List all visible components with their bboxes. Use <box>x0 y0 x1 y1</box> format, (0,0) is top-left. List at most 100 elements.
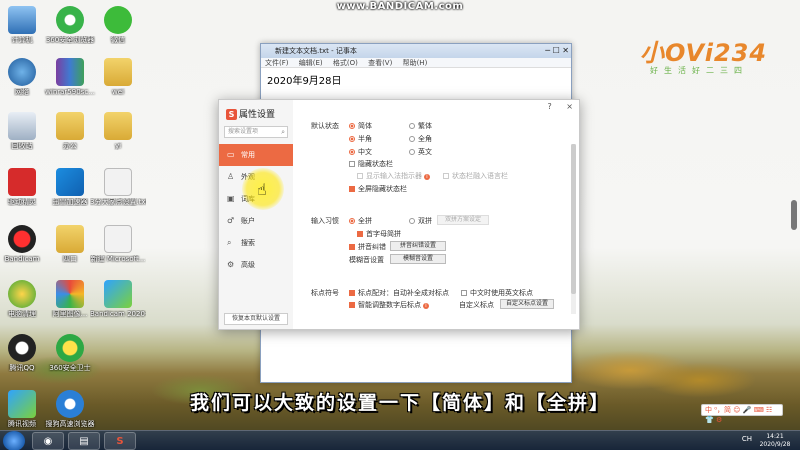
desktop-icon-txt-file[interactable]: 3分大家点设置.txt <box>90 168 146 206</box>
option-label: 半角 <box>358 135 372 143</box>
radio-simplified[interactable]: 简体 <box>349 121 372 131</box>
option-label: 隐藏状态栏 <box>358 160 393 168</box>
radio-traditional[interactable]: 繁体 <box>409 121 432 131</box>
checkbox-indicator <box>349 302 355 308</box>
pinyin-correct-settings-button[interactable]: 拼音纠错设置 <box>390 241 446 251</box>
winrar-icon <box>56 58 84 86</box>
radio-indicator <box>409 218 415 224</box>
menu-file[interactable]: 文件(F) <box>265 59 289 67</box>
radio-full-width[interactable]: 全角 <box>409 134 432 144</box>
option-label: 全拼 <box>358 217 372 225</box>
desktop-icon-bandicam-video[interactable]: Bandicam 2020-09-2... <box>90 280 146 318</box>
menu-edit[interactable]: 编辑(E) <box>299 59 323 67</box>
option-label: 拼音纠错 <box>358 243 386 251</box>
checkbox-merge-lang-bar[interactable]: 状态栏融入语言栏 <box>443 171 508 181</box>
tray-language[interactable]: CH <box>742 435 752 443</box>
computer-icon <box>8 6 36 34</box>
dialog-title: S 属性设置 <box>226 107 275 120</box>
checkbox-smart-adjust[interactable]: 智能调整数字后标点 i <box>349 300 429 310</box>
custom-punct-label: 自定义标点 <box>459 301 494 309</box>
desktop-icon-label: 微信 <box>111 36 125 44</box>
desktop-scroll-handle[interactable] <box>791 200 797 230</box>
option-label: 状态栏融入语言栏 <box>452 172 508 180</box>
folder-icon <box>104 112 132 140</box>
notepad-title: 新建文本文档.txt - 记事本 <box>275 47 357 55</box>
dialog-scrollbar[interactable] <box>571 144 576 314</box>
custom-punct-settings-button[interactable]: 自定义标点设置 <box>500 299 554 309</box>
radio-indicator <box>409 149 415 155</box>
radio-indicator <box>349 136 355 142</box>
option-label: 简体 <box>358 122 372 130</box>
menu-format[interactable]: 格式(O) <box>333 59 358 67</box>
taskbar-sogou-icon[interactable]: S <box>104 432 136 450</box>
folder-icon <box>56 112 84 140</box>
user-icon: ♂ <box>227 216 235 225</box>
desktop-icon-label: 新建 Microsoft... <box>90 255 146 263</box>
taskbar-browser-icon[interactable]: ◉ <box>32 432 64 450</box>
start-button[interactable] <box>3 431 25 450</box>
checkbox-fullscreen-hide[interactable]: 全屏隐藏状态栏 <box>349 184 407 194</box>
checkbox-cn-use-en-punct[interactable]: 中文时使用英文标点 <box>461 288 533 298</box>
nav-item-advanced[interactable]: ⚙ 高级 <box>219 254 293 276</box>
option-label: 智能调整数字后标点 <box>358 301 421 309</box>
taskbar-explorer-icon[interactable]: ▤ <box>68 432 100 450</box>
system-clock[interactable]: 14:21 2020/9/28 <box>754 433 796 449</box>
radio-indicator <box>349 149 355 155</box>
shirt-icon: ♙ <box>227 172 235 181</box>
reset-defaults-button[interactable]: 恢复本页默认设置 <box>224 313 288 325</box>
option-label: 显示输入法指示器 <box>366 172 422 180</box>
radio-indicator <box>349 123 355 129</box>
checkbox-indicator <box>357 231 363 237</box>
monitor-icon: ▭ <box>227 150 235 159</box>
checkbox-indicator <box>461 290 467 296</box>
option-label: 全角 <box>418 135 432 143</box>
option-label: 中文 <box>358 148 372 156</box>
desktop-icon-360-guard[interactable]: 360安全卫士 <box>42 334 98 372</box>
text-file-icon <box>104 168 132 196</box>
dialog-title-text: 属性设置 <box>239 110 276 120</box>
radio-indicator <box>409 136 415 142</box>
section-punctuation: 标点符号 <box>311 289 339 297</box>
checkbox-auto-pair[interactable]: 标点配对：自动补全成对标点 <box>349 288 449 298</box>
checkbox-hide-status-bar[interactable]: 隐藏状态栏 <box>349 159 393 169</box>
option-label: 繁体 <box>418 122 432 130</box>
desktop-icon-folder-wei[interactable]: wei <box>90 58 146 96</box>
logo-text: 小OVi234 <box>640 39 768 67</box>
notepad-titlebar[interactable]: 新建文本文档.txt - 记事本 ─ ☐ ✕ <box>261 44 571 58</box>
channel-logo: 小OVi234 好生活好二三四 <box>640 33 775 75</box>
nav-item-common[interactable]: ▭ 常用 <box>219 144 293 166</box>
double-pinyin-scheme-button[interactable]: 双拼方案设定 <box>437 215 489 225</box>
nav-item-search[interactable]: ⌕ 搜索 <box>219 232 293 254</box>
desktop-icon-new-doc[interactable]: 新建 Microsoft... <box>90 225 146 263</box>
desktop: www.BANDICAM.com 小OVi234 好生活好二三四 计算机 网络 … <box>0 0 800 450</box>
book-icon: ▣ <box>227 194 235 203</box>
help-button[interactable]: ? <box>548 102 552 111</box>
checkbox-initial-abbr[interactable]: 首字母简拼 <box>357 229 401 239</box>
radio-english[interactable]: 英文 <box>409 147 432 157</box>
nav-label: 账户 <box>241 217 255 225</box>
radio-full-pinyin[interactable]: 全拼 <box>349 216 372 226</box>
settings-dialog[interactable]: S属性设置 搜索设置项 ⌕ ▭常用 ♙外观 ▣词库 ♂账户 ⌕搜索 ⚙高级 <box>218 99 580 330</box>
info-icon: i <box>423 303 429 309</box>
desktop-icon-folder-yi[interactable]: yi <box>90 112 146 150</box>
radio-double-pinyin[interactable]: 双拼 <box>409 216 432 226</box>
checkbox-show-ime-indicator[interactable]: 显示输入法指示器 i <box>357 171 430 181</box>
fuzzy-sound-settings-button[interactable]: 模糊音设置 <box>390 254 446 264</box>
radio-half-width[interactable]: 半角 <box>349 134 372 144</box>
qq-penguin-icon <box>8 334 36 362</box>
settings-search-input[interactable]: 搜索设置项 ⌕ <box>224 126 288 138</box>
checkbox-pinyin-correct[interactable]: 拼音纠错 <box>349 242 386 252</box>
nav-item-account[interactable]: ♂ 账户 <box>219 210 293 232</box>
scroll-thumb[interactable] <box>571 144 576 294</box>
desktop-icon-wechat[interactable]: 微信 <box>90 6 146 44</box>
menu-view[interactable]: 查看(V) <box>368 59 392 67</box>
search-icon: ⌕ <box>281 128 285 136</box>
window-controls[interactable]: ─ ☐ ✕ <box>545 44 569 58</box>
hand-cursor-icon: ☝ <box>257 180 267 199</box>
menu-help[interactable]: 帮助(H) <box>403 59 428 67</box>
notepad-text-area[interactable]: 2020年9月28日 <box>261 68 571 91</box>
close-button[interactable]: × <box>566 102 573 111</box>
clock-date: 2020/9/28 <box>759 441 791 448</box>
option-label: 英文 <box>418 148 432 156</box>
radio-chinese[interactable]: 中文 <box>349 147 372 157</box>
